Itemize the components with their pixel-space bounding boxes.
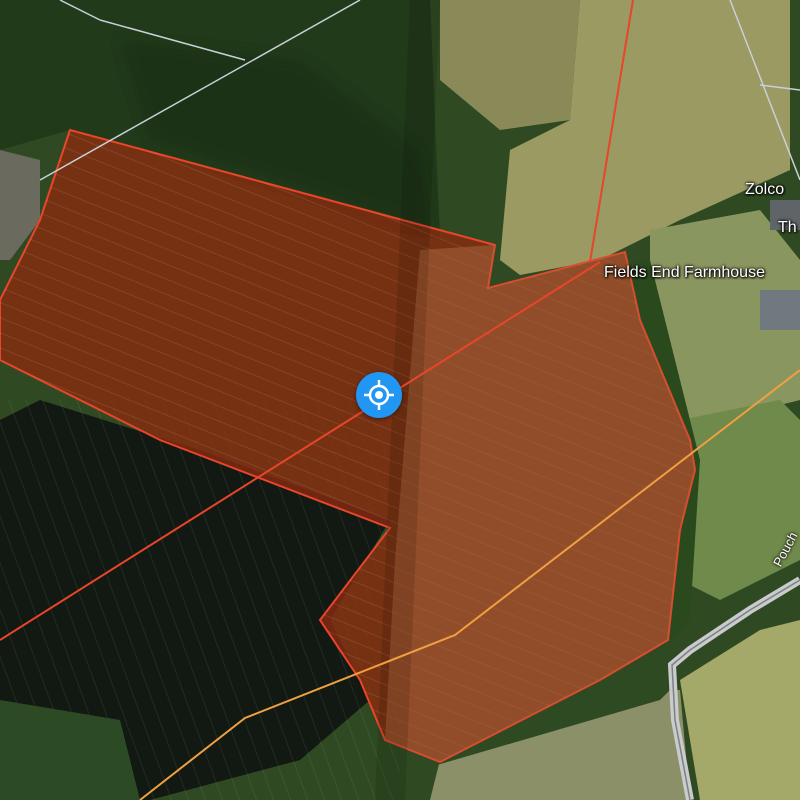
label-zolco: Zolco (745, 181, 785, 198)
label-fields-end-farmhouse: Fields End Farmhouse (604, 264, 765, 281)
label-th: Th (778, 219, 797, 236)
crosshair-locate-icon (364, 380, 394, 410)
locate-button[interactable] (356, 372, 402, 418)
farm-building (760, 290, 800, 330)
